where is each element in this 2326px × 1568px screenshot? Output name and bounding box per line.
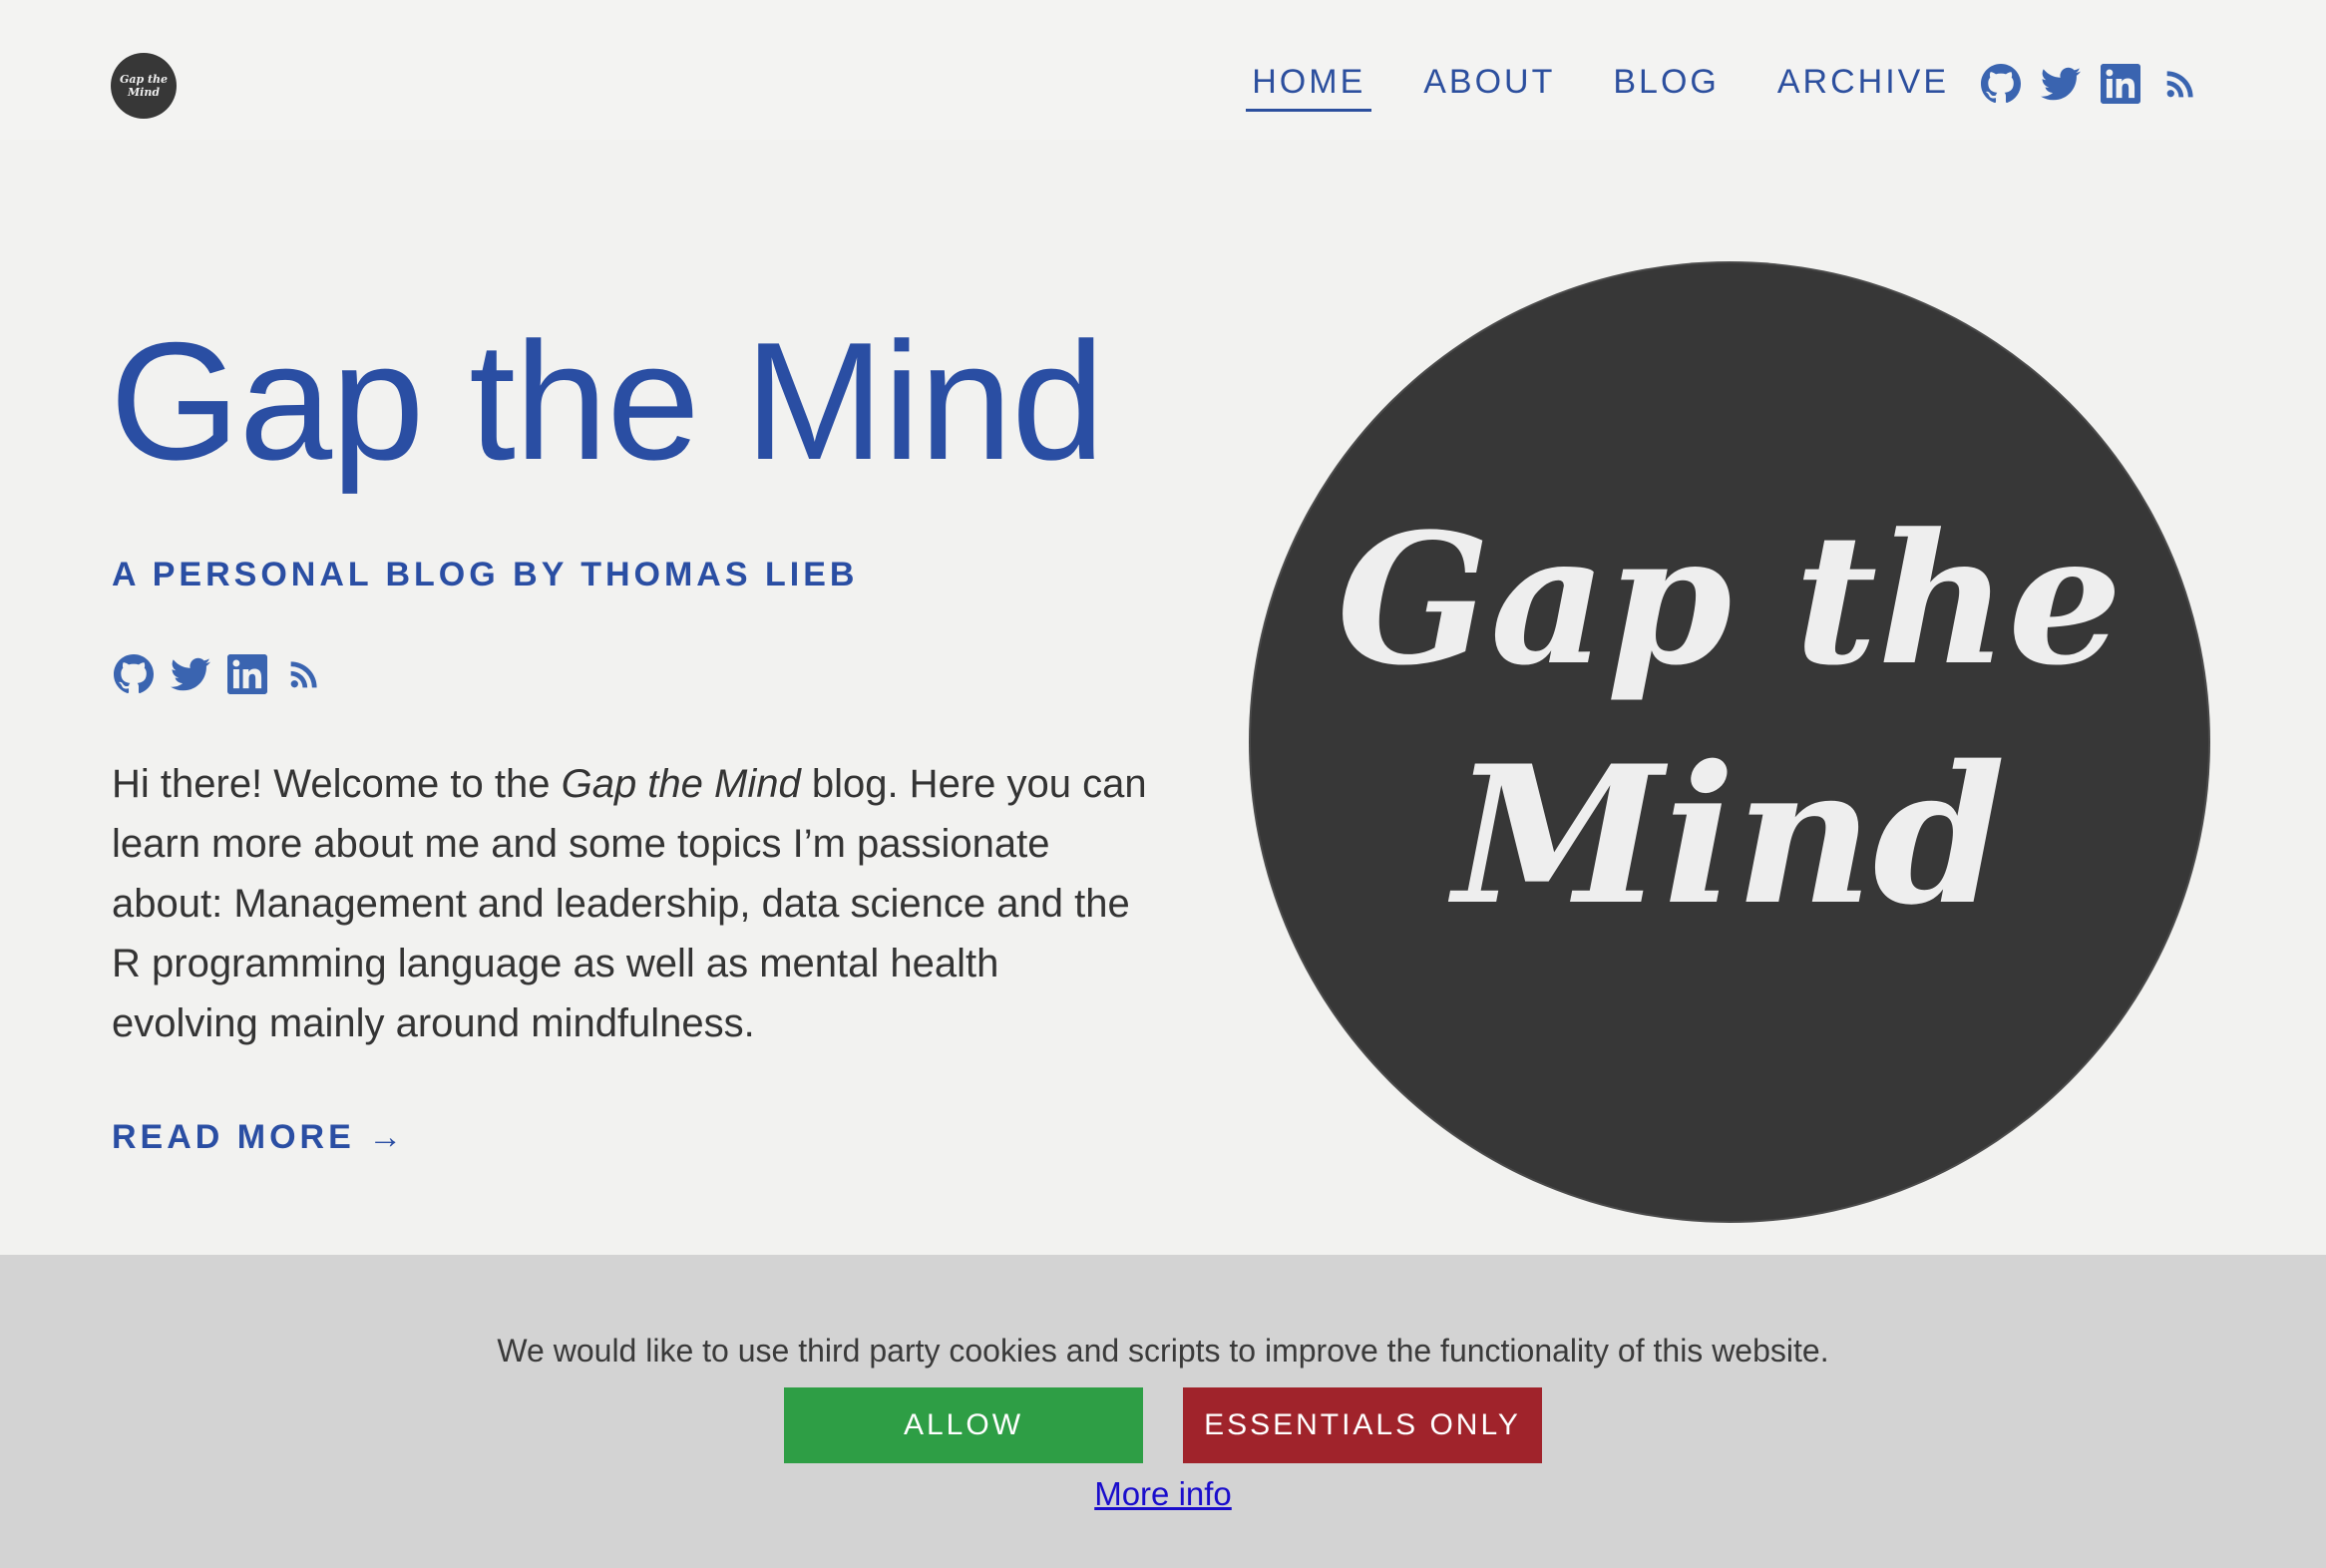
hero-logo-line2: Mind [1447,724,2006,947]
rss-icon[interactable] [284,654,324,694]
site-logo[interactable]: Gap the Mind [111,53,177,119]
linkedin-icon[interactable] [2101,64,2140,104]
cookie-button-group: ALLOW ESSENTIALS ONLY [0,1387,2326,1463]
essentials-only-button[interactable]: ESSENTIALS ONLY [1183,1387,1542,1463]
cookie-banner: We would like to use third party cookies… [0,1255,2326,1568]
main-nav: HOME ABOUT BLOG ARCHIVE [1246,56,2200,112]
page-subtitle: A PERSONAL BLOG BY THOMAS LIEB [112,556,859,593]
twitter-icon[interactable] [2041,64,2081,104]
twitter-icon[interactable] [171,654,210,694]
nav-social-icons [1981,64,2200,104]
logo-text-line1: Gap the [119,73,169,86]
rss-icon[interactable] [2160,64,2200,104]
page-title: Gap the Mind [110,307,1105,495]
intro-paragraph: Hi there! Welcome to the Gap the Mind bl… [112,754,1149,1053]
github-icon[interactable] [114,654,154,694]
intro-blog-name: Gap the Mind [561,762,801,806]
read-more-link[interactable]: READ MORE → [112,1117,406,1157]
more-info-container: More info [0,1474,2326,1514]
nav-blog[interactable]: BLOG [1607,58,1725,110]
nav-archive[interactable]: ARCHIVE [1771,58,1955,110]
cookie-message: We would like to use third party cookies… [497,1333,1829,1369]
logo-text-line2: Mind [127,86,161,99]
hero-social-icons [114,654,341,694]
allow-cookies-button[interactable]: ALLOW [784,1387,1143,1463]
github-icon[interactable] [1981,64,2021,104]
site-header: Gap the Mind HOME ABOUT BLOG ARCHIVE [0,0,2326,140]
nav-about[interactable]: ABOUT [1417,58,1561,110]
hero-logo-line1: Gap the [1337,495,2122,705]
hero-logo-image: Gap the Mind [1251,263,2208,1221]
intro-text-before: Hi there! Welcome to the [112,762,562,806]
linkedin-icon[interactable] [227,654,267,694]
more-info-link[interactable]: More info [1094,1475,1232,1512]
nav-home[interactable]: HOME [1246,58,1372,112]
